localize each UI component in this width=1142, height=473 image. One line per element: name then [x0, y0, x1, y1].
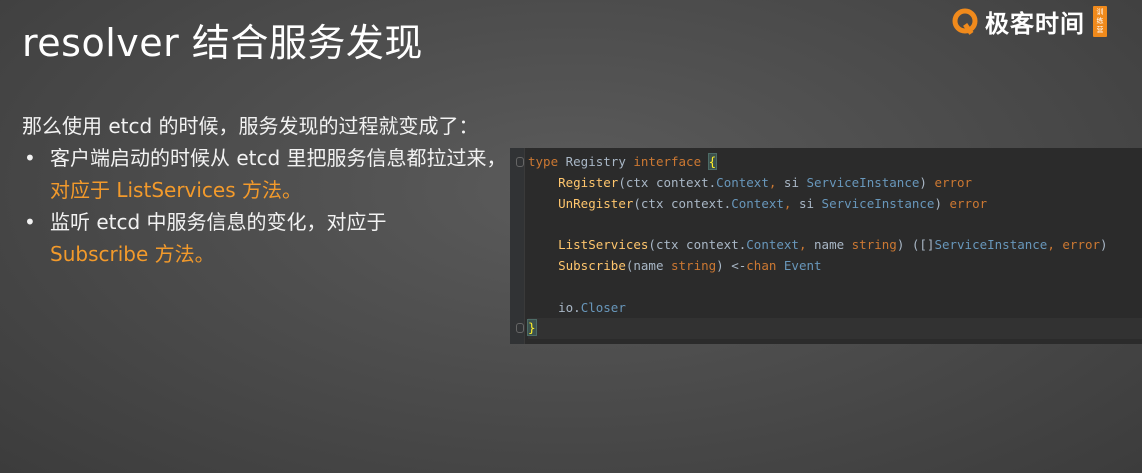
- intro-text: 那么使用 etcd 的时候，服务发现的过程就变成了：: [22, 114, 479, 138]
- code-token: Closer: [580, 299, 626, 315]
- code-token: ListServices: [558, 237, 649, 253]
- code-token: ) <-: [716, 257, 747, 273]
- code-token: }: [527, 319, 537, 337]
- code-token: ,: [783, 195, 799, 211]
- brand-logo: 极客时间 训练营: [951, 4, 1107, 39]
- bullet-highlight: Subscribe 方法。: [50, 242, 215, 266]
- code-token: ) ([]: [896, 237, 935, 253]
- bullet-marker: •: [24, 210, 36, 234]
- code-line[interactable]: Register(ctx context.Context, si Service…: [528, 173, 1142, 194]
- code-line[interactable]: ListServices(ctx context.Context, name s…: [528, 235, 1142, 256]
- code-token: ,: [798, 237, 815, 253]
- bullet-marker: •: [24, 146, 36, 170]
- code-token: error: [934, 174, 973, 190]
- code-token: Event: [783, 257, 822, 273]
- code-token: string: [851, 237, 897, 253]
- code-token: (ctx context.: [648, 237, 747, 253]
- brand-badge: 训练营: [1093, 6, 1107, 37]
- text-caret: [535, 321, 537, 337]
- code-token: name: [814, 237, 852, 253]
- code-token: (ctx context.: [618, 174, 717, 190]
- code-line[interactable]: io.Closer: [528, 298, 1142, 319]
- code-token: io.: [528, 299, 581, 315]
- geektime-logo-icon: [951, 8, 979, 36]
- bullet-highlight: 对应于 ListServices 方法。: [50, 178, 303, 202]
- code-token: si: [783, 174, 807, 190]
- code-token: type: [528, 154, 559, 169]
- code-token: {: [707, 153, 718, 170]
- code-token: si: [798, 195, 822, 211]
- code-token: error: [1062, 237, 1101, 253]
- code-line[interactable]: [528, 214, 1142, 235]
- slide-body: 那么使用 etcd 的时候，服务发现的过程就变成了： • 客户端启动的时候从 e…: [22, 110, 512, 270]
- code-token: ): [934, 195, 950, 211]
- code-line[interactable]: UnRegister(ctx context.Context, si Servi…: [528, 194, 1142, 215]
- code-line[interactable]: }: [527, 318, 1142, 340]
- list-item: • 监听 etcd 中服务信息的变化，对应于 Subscribe 方法。: [22, 206, 512, 270]
- bullet-text: 监听 etcd 中服务信息的变化，对应于: [50, 210, 387, 234]
- code-token: UnRegister: [558, 195, 634, 211]
- code-line[interactable]: type Registry interface {: [528, 152, 1142, 173]
- code-token: string: [671, 257, 717, 273]
- fold-start-icon[interactable]: [516, 157, 524, 167]
- slide-title: resolver 结合服务发现: [22, 21, 423, 65]
- bullet-list: • 客户端启动的时候从 etcd 里把服务信息都拉过来， 对应于 ListServ…: [22, 142, 512, 270]
- brand-name: 极客时间: [985, 10, 1085, 38]
- code-token: interface: [633, 154, 702, 169]
- code-token: Context: [716, 174, 769, 190]
- code-token: (name: [625, 257, 671, 273]
- code-token: Context: [731, 195, 784, 211]
- bullet-text: 客户端启动的时候从 etcd 里把服务信息都拉过来，: [50, 146, 507, 170]
- code-token: (ctx context.: [633, 195, 732, 211]
- code-token: error: [949, 195, 988, 211]
- code-token: ServiceInstance: [934, 237, 1048, 253]
- code-token: Register: [558, 174, 619, 190]
- code-token: ): [919, 174, 935, 190]
- code-token: Registry: [558, 154, 634, 169]
- list-item: • 客户端启动的时候从 etcd 里把服务信息都拉过来， 对应于 ListServ…: [22, 142, 512, 206]
- code-token: ,: [768, 174, 784, 190]
- code-token: ,: [1047, 237, 1063, 253]
- editor-gutter: [510, 148, 525, 344]
- code-token: ServiceInstance: [806, 174, 920, 190]
- code-line[interactable]: Subscribe(name string) <-chan Event: [528, 256, 1142, 277]
- code-token: Context: [746, 237, 799, 253]
- code-editor: type Registry interface { Register(ctx c…: [510, 148, 1142, 344]
- code-lines[interactable]: type Registry interface { Register(ctx c…: [527, 152, 1142, 340]
- code-token: Subscribe: [558, 257, 626, 273]
- fold-end-icon[interactable]: [516, 323, 524, 333]
- code-token: chan: [746, 257, 777, 273]
- code-token: ServiceInstance: [821, 195, 935, 211]
- code-token: ): [1100, 237, 1108, 253]
- code-line[interactable]: [528, 277, 1142, 298]
